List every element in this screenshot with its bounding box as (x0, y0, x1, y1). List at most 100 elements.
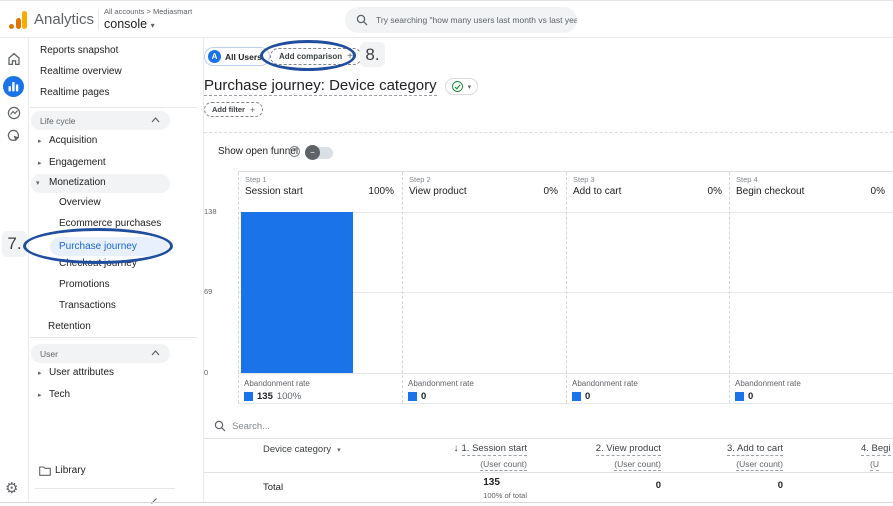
acquisition-expand-icon[interactable]: ▸ (38, 137, 42, 145)
report-validity-chip[interactable]: ▾ (445, 78, 479, 95)
table-search-icon (214, 420, 226, 432)
explore-icon[interactable] (7, 106, 21, 120)
add-filter-plus-icon: + (250, 105, 255, 115)
show-open-funnel-label: Show open funnel (218, 146, 298, 157)
total-view-product-value: 0 (656, 480, 661, 491)
step1-abandonment-row: 135 100% (244, 391, 301, 402)
dimension-header[interactable]: Device category ▾ (263, 444, 341, 455)
step4-label: Step 4 (736, 175, 758, 184)
window-bottom-border (0, 502, 893, 503)
total-row-label: Total (263, 482, 283, 493)
open-funnel-toggle[interactable]: − (307, 147, 333, 159)
report-title-row: Purchase journey: Device category ▾ (204, 77, 478, 96)
column-title: 3. Add to cart (727, 443, 783, 456)
page-title[interactable]: Purchase journey: Device category (204, 77, 437, 96)
lifecycle-collapse-chevron-icon[interactable] (151, 117, 160, 123)
engagement-expand-icon[interactable]: ▸ (38, 159, 42, 167)
column-header-view-product[interactable]: 2. View product (User count) (596, 443, 661, 471)
home-icon[interactable] (7, 52, 21, 66)
column-subtitle: (User count) (614, 459, 661, 471)
y-tick-0: 0 (204, 368, 234, 377)
sort-descending-icon: ↓ (454, 443, 459, 454)
column-header-session-start[interactable]: ↓1. Session start (User count) (454, 443, 527, 471)
sidebar-item-promotions[interactable]: Promotions (59, 279, 110, 290)
funnel-column-step3: Step 3 Add to cart 0% Abandonment rate 0 (566, 172, 730, 403)
sidebar-item-tech[interactable]: Tech (49, 389, 70, 400)
tech-expand-icon[interactable]: ▸ (38, 391, 42, 399)
step2-abandonment-label: Abandonment rate (408, 379, 474, 388)
sidebar-item-library[interactable]: Library (55, 465, 86, 476)
dimension-caret-icon: ▾ (337, 446, 341, 454)
help-icon[interactable]: ? (289, 146, 300, 157)
funnel-column-step1: Step 1 Session start 100% Abandonment ra… (238, 172, 402, 403)
admin-gear-icon[interactable]: ⚙ (5, 479, 18, 497)
step2-abandonment-row: 0 (408, 391, 426, 402)
step4-abandonment-count: 0 (748, 391, 753, 402)
sidebar-item-reports-snapshot[interactable]: Reports snapshot (40, 45, 118, 56)
sidebar-item-acquisition[interactable]: Acquisition (49, 135, 97, 146)
sidebar-item-realtime-pages[interactable]: Realtime pages (40, 87, 109, 98)
step1-bar[interactable] (241, 212, 353, 373)
sidebar-item-engagement[interactable]: Engagement (49, 157, 106, 168)
report-caret-icon: ▾ (468, 83, 472, 91)
dimension-header-label: Device category (263, 444, 331, 455)
step2-abandonment-count: 0 (421, 391, 426, 402)
total-add-to-cart-value: 0 (778, 480, 783, 491)
sidebar-item-overview[interactable]: Overview (59, 197, 101, 208)
header-divider (98, 9, 99, 30)
legend-square-icon (572, 392, 581, 401)
account-breadcrumb[interactable]: All accounts > Mediasmart (104, 7, 192, 16)
property-caret-icon: ▾ (151, 21, 155, 30)
app-name: Analytics (34, 11, 94, 28)
sidebar-item-realtime-overview[interactable]: Realtime overview (40, 66, 122, 77)
advertising-icon[interactable] (7, 129, 21, 143)
reports-icon-active[interactable] (3, 76, 24, 97)
analytics-app-window: Analytics All accounts > Mediasmart cons… (0, 0, 893, 506)
step3-abandonment-row: 0 (572, 391, 590, 402)
global-search-input[interactable]: Try searching "how many users last month… (345, 7, 577, 33)
legend-square-icon (408, 392, 417, 401)
nav-group-divider (30, 107, 197, 108)
top-bar: Analytics All accounts > Mediasmart cons… (0, 0, 893, 38)
user-collapse-chevron-icon[interactable] (151, 350, 160, 356)
all-users-label: All Users (225, 52, 262, 62)
step3-label: Step 3 (573, 175, 595, 184)
analytics-logo-icon[interactable] (9, 11, 29, 29)
step1-label: Step 1 (245, 175, 267, 184)
help-question-glyph: ? (293, 148, 297, 155)
property-name: console (104, 17, 147, 31)
step4-completion: 0% (871, 186, 885, 197)
step3-name: Add to cart (573, 186, 621, 197)
table-search-input[interactable]: Search... (232, 421, 270, 432)
sidebar-item-retention[interactable]: Retention (48, 321, 91, 332)
add-filter-button[interactable]: Add filter + (204, 102, 263, 117)
step1-name: Session start (245, 186, 303, 197)
annotation-circle-8 (260, 40, 356, 71)
monetization-collapse-icon[interactable]: ▾ (36, 179, 40, 187)
column-subtitle: (User count) (480, 459, 527, 471)
column-title: 2. View product (596, 443, 661, 456)
report-card-top-border (204, 132, 893, 133)
sidebar-item-transactions[interactable]: Transactions (59, 300, 116, 311)
user-attributes-expand-icon[interactable]: ▸ (38, 369, 42, 377)
annotation-label-8: 8. (360, 42, 385, 67)
step1-abandonment-count: 135 (257, 391, 273, 402)
property-selector[interactable]: console ▾ (104, 17, 155, 31)
sidebar-item-monetization[interactable]: Monetization (49, 177, 106, 188)
section-lifecycle-label: Life cycle (40, 116, 75, 126)
column-header-add-to-cart[interactable]: 3. Add to cart (User count) (727, 443, 783, 471)
column-header-begin-checkout[interactable]: 4. Begi (U (861, 443, 891, 471)
column-subtitle: (U (870, 459, 879, 471)
funnel-column-step2: Step 2 View product 0% Abandonment rate … (402, 172, 566, 403)
y-tick-69: 69 (204, 287, 234, 296)
step4-abandonment-row: 0 (735, 391, 753, 402)
step3-abandonment-label: Abandonment rate (572, 379, 638, 388)
step4-abandonment-label: Abandonment rate (735, 379, 801, 388)
toggle-knob: − (305, 145, 320, 160)
sidebar-item-user-attributes[interactable]: User attributes (49, 367, 114, 378)
library-folder-icon (39, 466, 51, 476)
column-title: 1. Session start (462, 443, 527, 456)
step3-abandonment-count: 0 (585, 391, 590, 402)
search-placeholder: Try searching "how many users last month… (376, 15, 577, 25)
drawer-collapse-icon[interactable] (150, 497, 158, 505)
